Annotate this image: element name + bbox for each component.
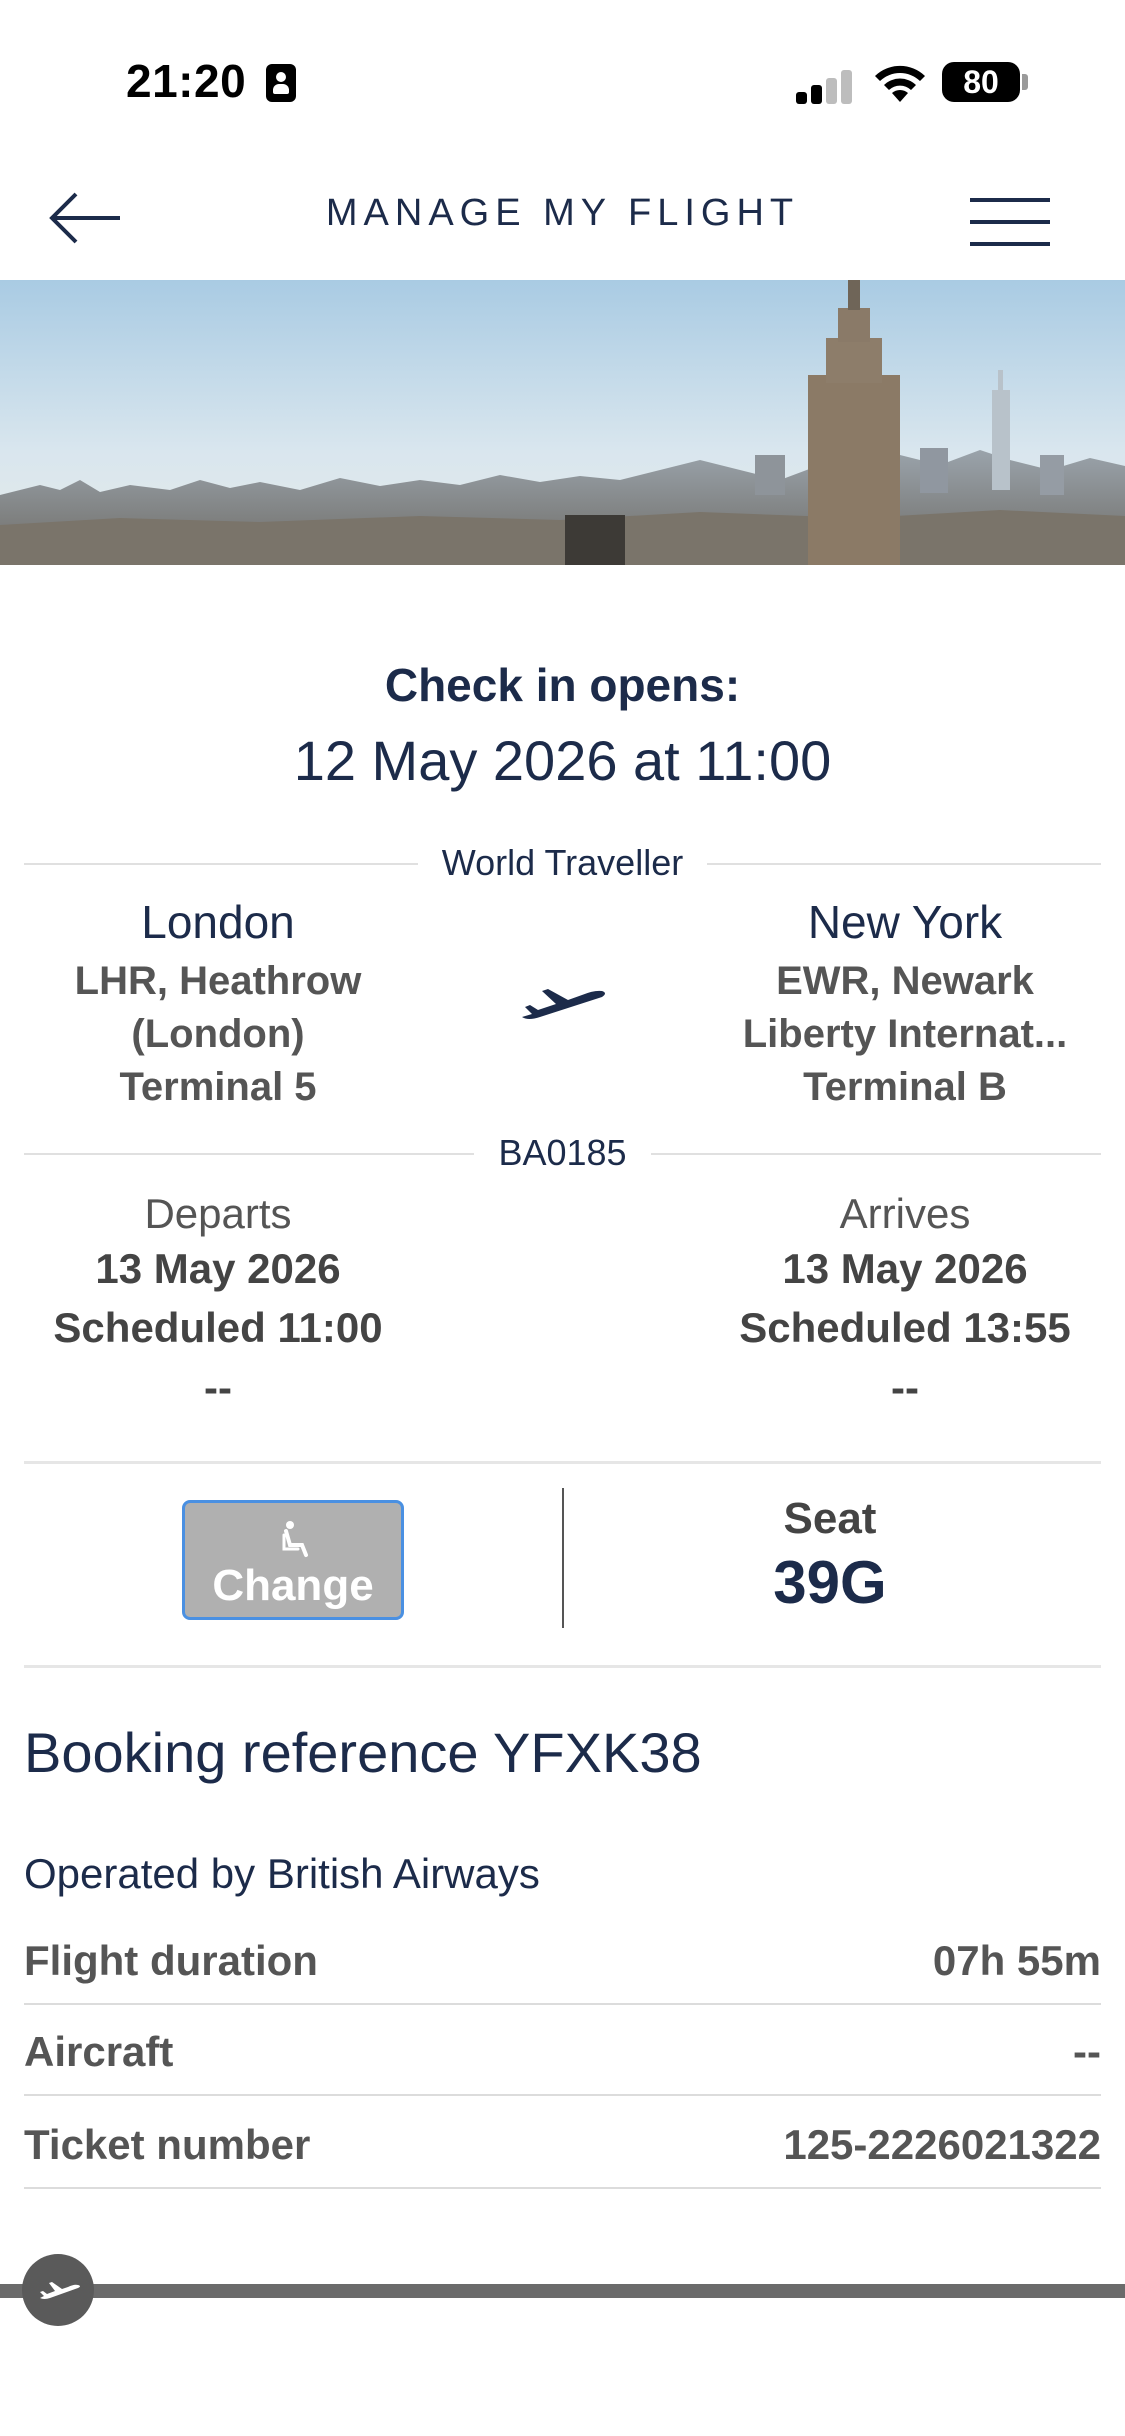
departs-scheduled: Scheduled 11:00 [53,1304,383,1351]
checkin-label: Check in opens: [384,659,741,711]
destination-block: New York EWR, Newark Liberty Internat...… [695,895,1115,1114]
detail-key: Aircraft [24,2028,174,2075]
status-bar: 21:20 80 [0,0,1125,150]
detail-row-ticket-number: Ticket number 125-2226021322 [24,2099,1101,2189]
plane-icon [40,2282,80,2299]
detail-row-flight-duration: Flight duration 07h 55m [24,1915,1101,2005]
divider [24,1665,1101,1668]
departs-actual: -- [204,1364,232,1411]
divider [24,1461,1101,1464]
app-header: MANAGE MY FLIGHT [0,160,1125,280]
origin-airport-line1: LHR, Heathrow [74,959,362,1003]
operated-by: Operated by British Airways [24,1850,540,1897]
detail-value: 125-2226021322 [783,2121,1101,2168]
cabin-class-label: World Traveller [417,842,708,883]
origin-airport: LHR, Heathrow (London) Terminal 5 [8,955,428,1114]
arrives-date: 13 May 2026 [782,1245,1028,1292]
wifi-icon [875,65,925,102]
battery-cap [1022,74,1028,90]
flight-number: BA0185 [0,1132,1125,1174]
flight-progress-indicator [22,2254,94,2326]
new-york-skyline-image [0,280,1125,565]
departs-date: 13 May 2026 [95,1245,341,1292]
change-seat-label: Change [212,1561,374,1610]
departs-label: Departs [144,1190,292,1237]
arrives-scheduled: Scheduled 13:55 [739,1304,1071,1351]
detail-value: -- [1073,2028,1101,2075]
detail-row-aircraft: Aircraft -- [24,2006,1101,2096]
destination-terminal: Terminal B [803,1065,1007,1109]
flight-progress-track [0,2284,1125,2298]
battery-icon: 80 [942,62,1020,102]
origin-block: London LHR, Heathrow (London) Terminal 5 [8,895,428,1114]
change-seat-button[interactable]: Change [182,1500,404,1620]
detail-key: Ticket number [24,2121,311,2168]
seat-label: Seat [783,1494,877,1543]
arrives-actual: -- [891,1364,919,1411]
status-time: 21:20 [126,55,247,107]
seat-number: 39G [773,1549,887,1616]
vertical-divider [562,1488,564,1628]
checkin-date: 12 May 2026 at 11:00 [293,729,832,792]
destination-city: New York [807,896,1003,948]
cabin-class: World Traveller [0,842,1125,884]
destination-airport: EWR, Newark Liberty Internat... Terminal… [695,955,1115,1114]
origin-terminal: Terminal 5 [119,1065,317,1109]
page-title: MANAGE MY FLIGHT [325,192,800,234]
flight-number-label: BA0185 [474,1132,651,1173]
destination-airport-line1: EWR, Newark [776,959,1034,1003]
origin-city: London [141,896,295,948]
hamburger-menu-icon[interactable] [966,174,1056,254]
departs-block: Departs 13 May 2026 Scheduled 11:00 -- [8,1190,428,1412]
origin-airport-line2: (London) [131,1012,305,1056]
detail-key: Flight duration [24,1937,318,1984]
destination-airport-line2: Liberty Internat... [742,1012,1068,1056]
seat-icon [282,1521,308,1557]
arrives-label: Arrives [839,1190,971,1237]
booking-reference: Booking reference YFXK38 [24,1721,702,1784]
cellular-signal-icon [796,70,854,104]
arrives-block: Arrives 13 May 2026 Scheduled 13:55 -- [695,1190,1115,1412]
detail-value: 07h 55m [932,1937,1101,1984]
plane-icon [522,989,605,1019]
focus-mode-icon [266,64,296,102]
